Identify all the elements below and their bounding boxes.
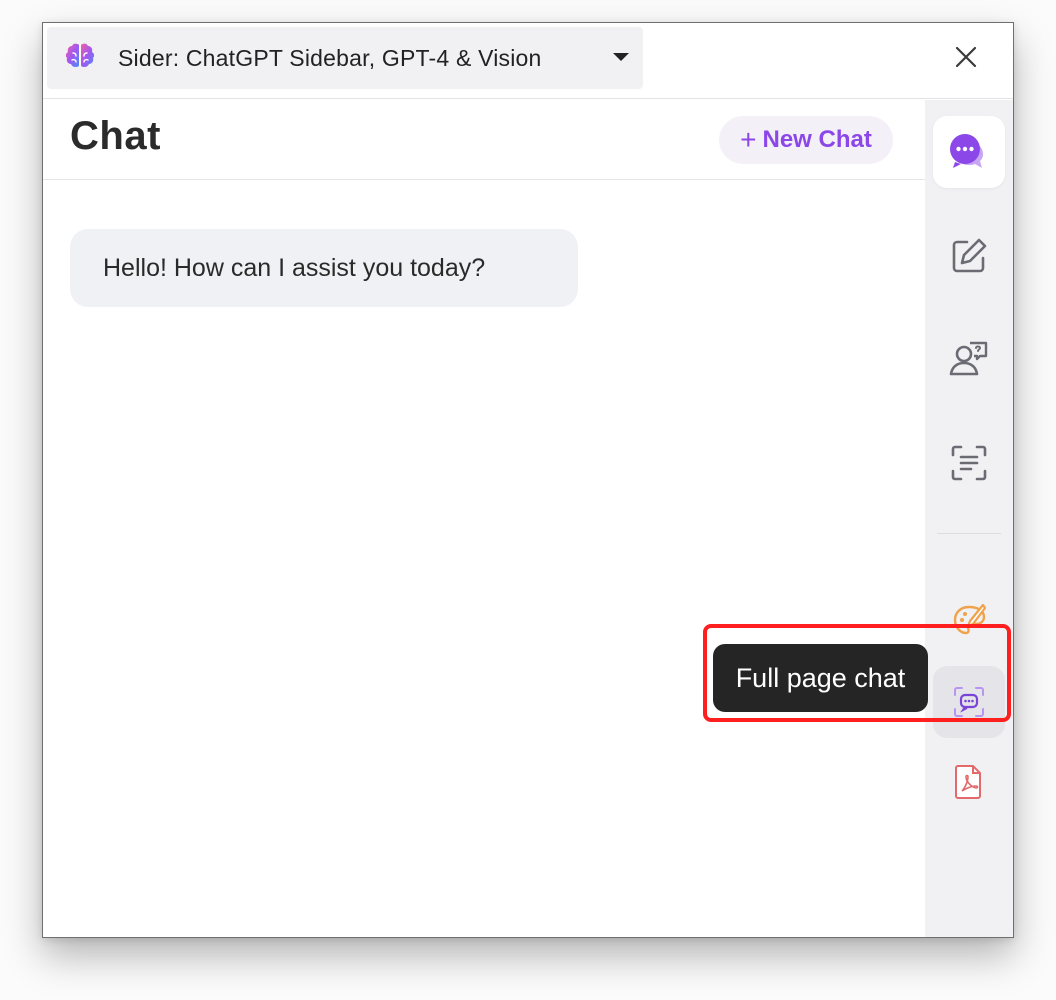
chat-panel: Chat + New Chat Hello! How can I assist …	[43, 100, 925, 937]
edit-icon	[952, 238, 987, 273]
sider-window: Sider: ChatGPT Sidebar, GPT-4 & Vision C…	[42, 22, 1014, 938]
titlebar: Sider: ChatGPT Sidebar, GPT-4 & Vision	[43, 23, 1013, 99]
sidebar-item-ask[interactable]	[933, 323, 1005, 395]
tool-sidebar	[925, 100, 1013, 937]
chat-header: Chat + New Chat	[43, 100, 925, 180]
user-question-icon	[949, 341, 988, 376]
pdf-icon	[955, 765, 981, 799]
message-text: Hello! How can I assist you today?	[103, 253, 486, 282]
sidebar-item-write[interactable]	[933, 220, 1005, 292]
sidebar-item-art[interactable]	[933, 584, 1005, 656]
new-chat-button[interactable]: + New Chat	[719, 116, 893, 164]
sidebar-divider	[937, 533, 1001, 534]
paint-brush-icon	[953, 603, 987, 635]
sidebar-item-pdf[interactable]	[933, 746, 1005, 818]
sidebar-item-chat[interactable]	[933, 116, 1005, 188]
sidebar-item-full-page-chat[interactable]	[933, 666, 1005, 738]
tooltip-full-page-chat: Full page chat	[713, 644, 928, 712]
assistant-message: Hello! How can I assist you today?	[70, 229, 578, 307]
tooltip-text: Full page chat	[735, 662, 906, 693]
brain-icon	[62, 40, 98, 76]
extension-selector[interactable]: Sider: ChatGPT Sidebar, GPT-4 & Vision	[47, 27, 643, 89]
page-title: Chat	[70, 114, 161, 158]
plus-icon: +	[740, 124, 757, 155]
screenshot-canvas: Sider: ChatGPT Sidebar, GPT-4 & Vision C…	[0, 0, 1056, 1000]
scan-text-icon	[951, 445, 987, 481]
full-page-chat-icon	[954, 687, 984, 717]
new-chat-label: New Chat	[762, 126, 872, 153]
sidebar-item-ocr[interactable]	[933, 427, 1005, 499]
caret-down-icon[interactable]	[613, 53, 629, 61]
extension-name: Sider: ChatGPT Sidebar, GPT-4 & Vision	[118, 44, 542, 71]
chat-bubbles-icon	[950, 134, 983, 168]
close-icon[interactable]	[953, 44, 979, 70]
